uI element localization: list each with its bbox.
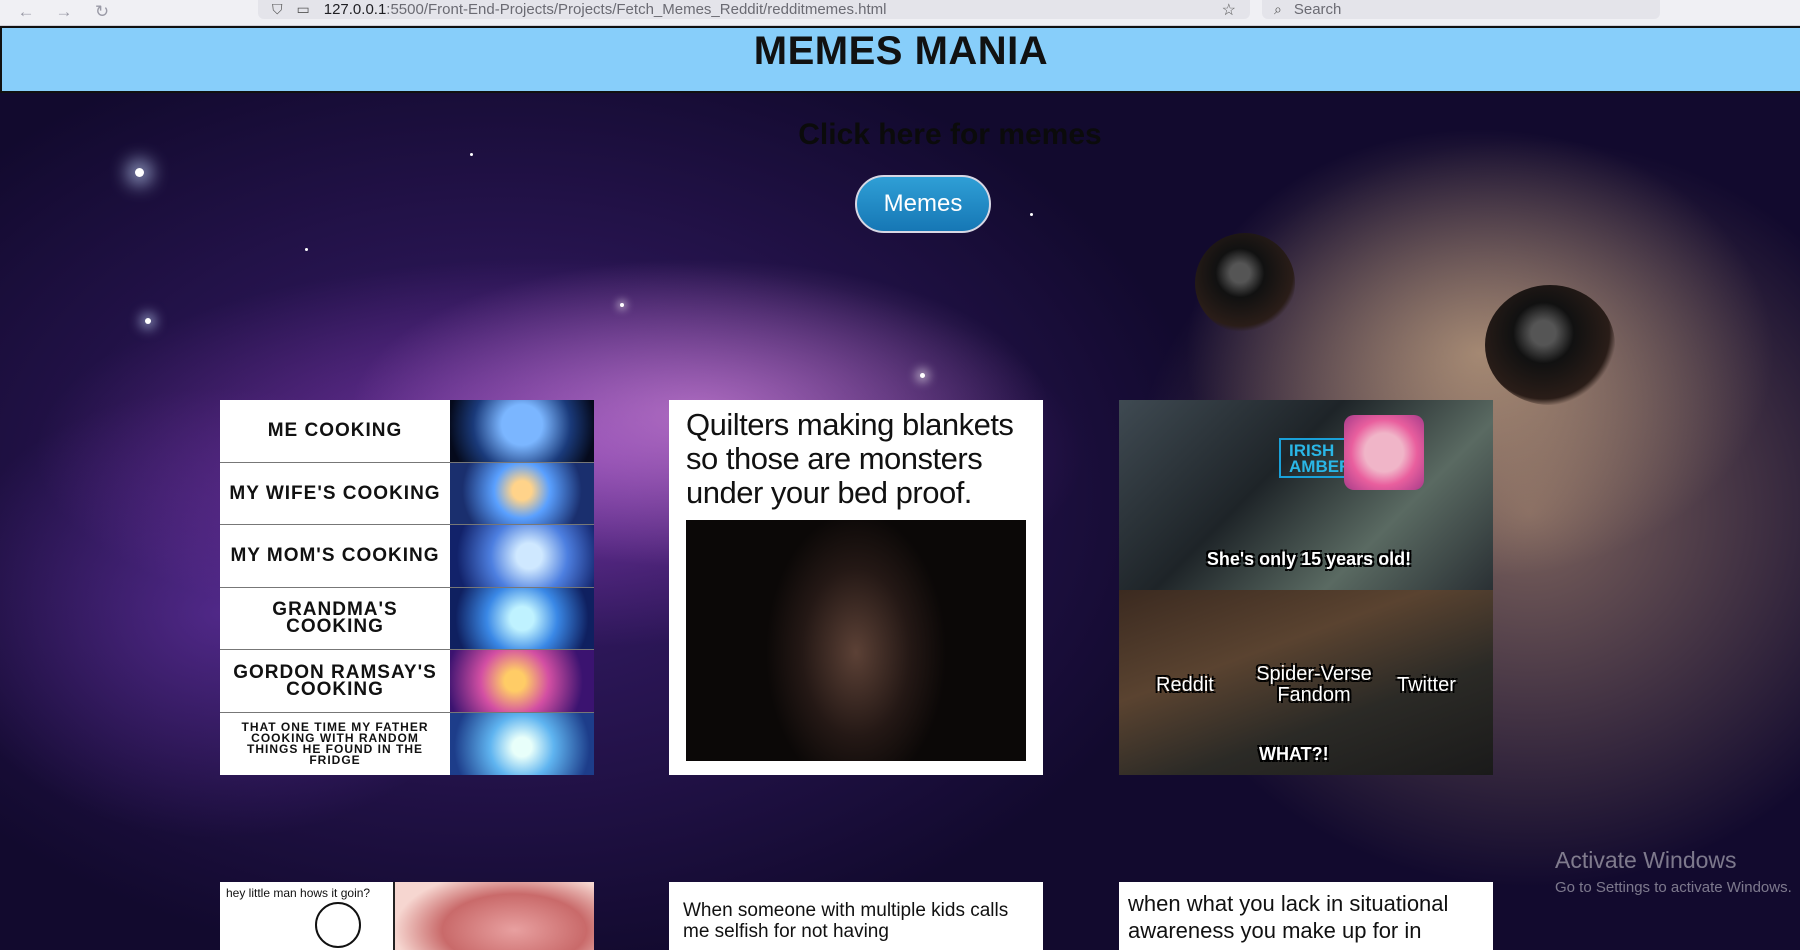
windows-activation-watermark: Activate Windows Go to Settings to activ… xyxy=(1555,847,1792,896)
meme-panel: MY WIFE'S COOKING xyxy=(220,462,594,525)
star xyxy=(620,303,624,307)
url-host: 127.0.0.1 xyxy=(323,1,387,18)
meme-panel: hey little man hows it goin? xyxy=(220,882,395,950)
meme-label: Twitter xyxy=(1397,674,1456,696)
meme-caption: MY MOM'S COOKING xyxy=(230,545,440,567)
meme-panel: MY MOM'S COOKING xyxy=(220,525,594,588)
search-input[interactable]: ⌕ Search xyxy=(1262,0,1660,19)
meme-caption: hey little man hows it goin? xyxy=(226,886,371,900)
star xyxy=(305,248,308,251)
brain-image xyxy=(450,400,594,462)
brain-image xyxy=(450,712,594,775)
shield-icon: ⛉ xyxy=(272,1,283,17)
meme-card: hey little man hows it goin? xyxy=(220,882,594,950)
meme-panel: GORDON RAMSAY'S COOKING xyxy=(220,650,594,713)
page-title: MEMES MANIA xyxy=(753,29,1049,73)
bookmark-star-icon[interactable]: ☆ xyxy=(1222,0,1236,19)
brain-image xyxy=(450,525,594,587)
meme-panel: GRANDMA'S COOKING xyxy=(220,587,594,650)
star xyxy=(1030,213,1033,216)
page-icon: ▭ xyxy=(296,1,310,17)
meme-caption: GORDON RAMSAY'S COOKING xyxy=(233,661,437,700)
meme-label: Spider-Verse Fandom xyxy=(1256,663,1372,706)
watermark-subtitle: Go to Settings to activate Windows. xyxy=(1555,879,1792,896)
brain-image xyxy=(450,650,594,712)
star xyxy=(470,153,473,156)
meme-caption: When someone with multiple kids calls me… xyxy=(683,900,1009,942)
browser-toolbar: ← → ↻ ⛉ ▭ 127.0.0.1:5500/Front-End-Proje… xyxy=(0,0,1800,26)
memes-button[interactable]: Memes xyxy=(855,175,991,233)
meme-caption: She's only 15 years old! xyxy=(1206,549,1412,569)
memes-prompt: Click here for memes xyxy=(798,118,1102,151)
star xyxy=(920,373,925,378)
star xyxy=(145,318,151,324)
meme-card: ME COOKING MY WIFE'S COOKING MY MOM'S CO… xyxy=(220,400,594,775)
brain-image xyxy=(450,587,594,649)
meme-label: Reddit xyxy=(1156,674,1214,696)
meme-panel: ME COOKING xyxy=(220,400,594,463)
search-placeholder: Search xyxy=(1293,1,1342,18)
site-header: MEMES MANIA xyxy=(0,26,1800,93)
search-icon: ⌕ xyxy=(1274,1,1282,17)
forward-icon[interactable]: → xyxy=(52,2,76,23)
doge-left-eye xyxy=(1195,233,1295,333)
meme-image xyxy=(395,882,594,950)
meme-caption: MY WIFE'S COOKING xyxy=(229,482,441,504)
meme-caption: Quilters making blankets so those are mo… xyxy=(686,407,1014,510)
meme-card: When someone with multiple kids calls me… xyxy=(669,882,1043,950)
meme-caption: GRANDMA'S COOKING xyxy=(272,599,398,638)
cartoon-face-image xyxy=(1344,415,1424,490)
address-bar[interactable]: ⛉ ▭ 127.0.0.1:5500/Front-End-Projects/Pr… xyxy=(258,0,1250,19)
meme-caption: THAT ONE TIME MY FATHER COOKING WITH RAN… xyxy=(241,719,429,767)
meme-panel: THAT ONE TIME MY FATHER COOKING WITH RAN… xyxy=(220,712,594,775)
meme-card: IRISH AMBER She's only 15 years old! Red… xyxy=(1119,400,1493,775)
star xyxy=(135,168,144,177)
meme-caption: ME COOKING xyxy=(267,420,403,442)
watermark-title: Activate Windows xyxy=(1555,847,1737,873)
back-icon[interactable]: ← xyxy=(14,2,38,23)
brain-image xyxy=(450,462,594,524)
doge-right-eye xyxy=(1485,285,1615,405)
meme-image xyxy=(686,520,1026,761)
meme-caption: WHAT?! xyxy=(1259,744,1329,764)
rage-face-image xyxy=(315,902,361,948)
meme-caption: when what you lack in situational awaren… xyxy=(1128,891,1449,943)
reload-icon[interactable]: ↻ xyxy=(90,2,114,23)
meme-card: when what you lack in situational awaren… xyxy=(1119,882,1493,950)
url-path: :5500/Front-End-Projects/Projects/Fetch_… xyxy=(386,1,887,18)
meme-card: Quilters making blankets so those are mo… xyxy=(669,400,1043,775)
